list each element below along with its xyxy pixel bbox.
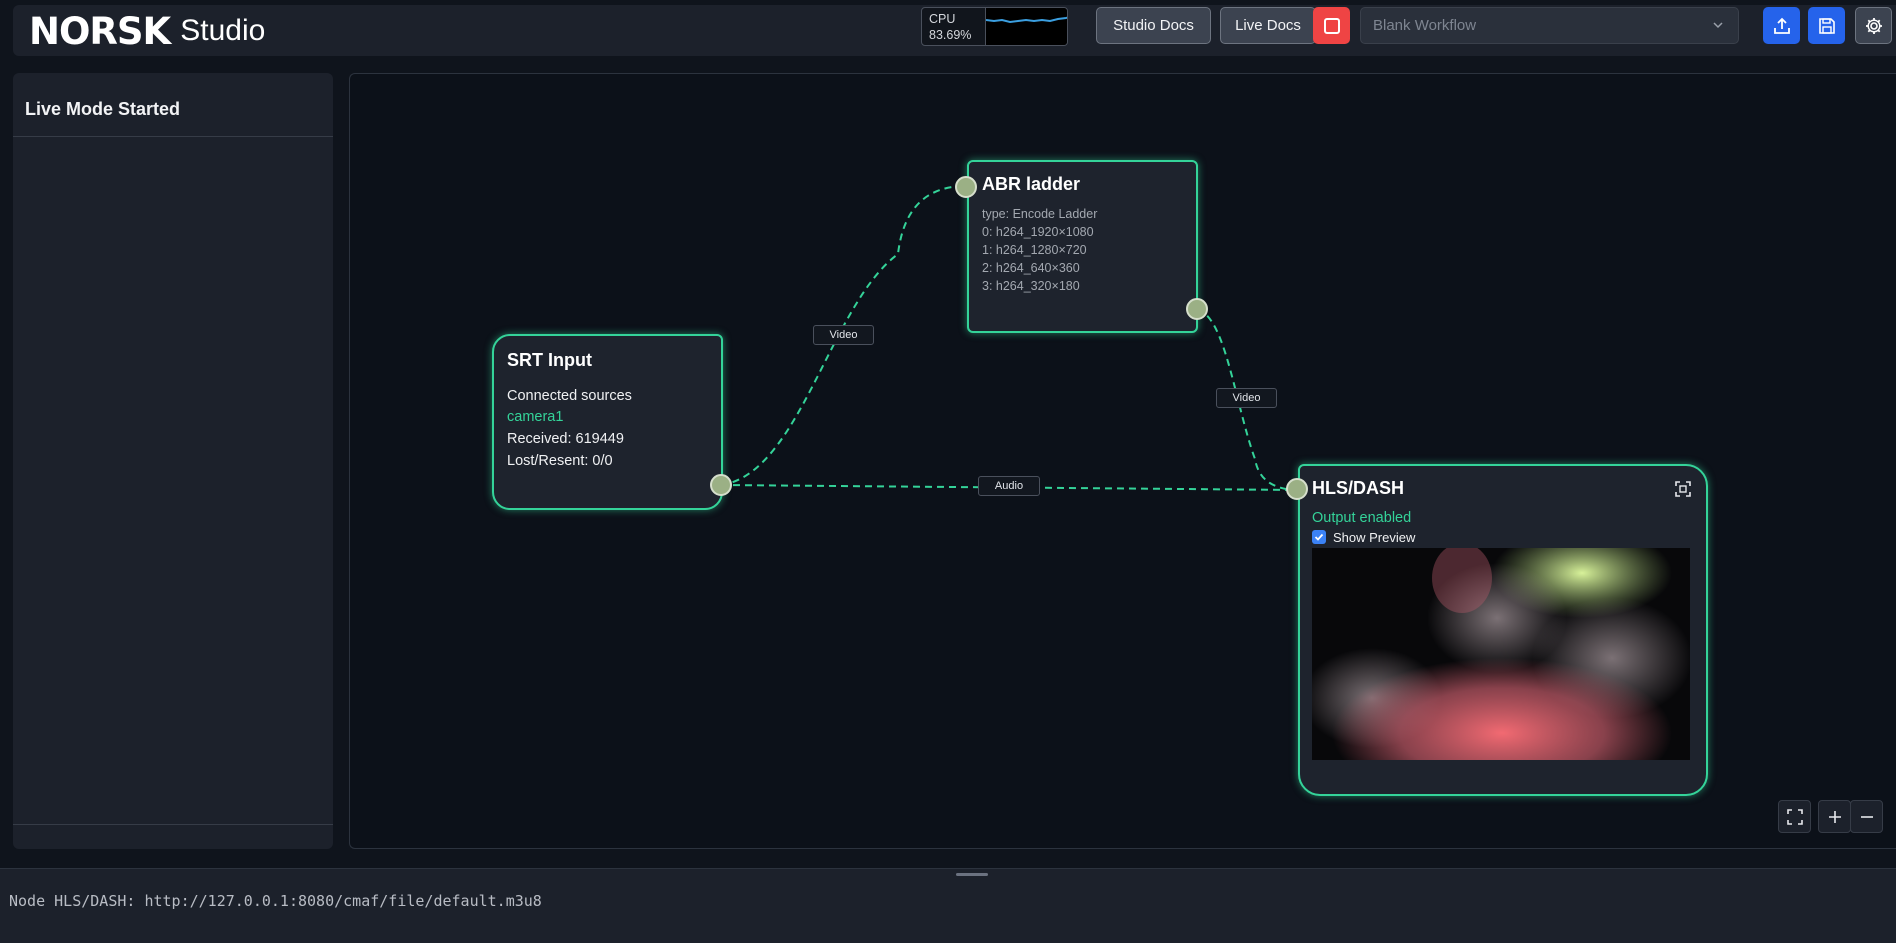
log-panel: Node HLS/DASH: http://127.0.0.1:8080/cma…: [0, 868, 1896, 943]
node-title: ABR ladder: [982, 174, 1081, 194]
workflow-select[interactable]: Blank Workflow: [1360, 7, 1739, 44]
node-hls-dash[interactable]: HLS/DASH Output enabled Show Preview: [1298, 464, 1708, 796]
show-preview-label: Show Preview: [1333, 530, 1416, 545]
node-type: type: Encode Ladder: [982, 207, 1098, 221]
sidebar-divider: [13, 824, 333, 825]
sidebar-title: Live Mode Started: [25, 99, 181, 119]
stop-icon: [1323, 17, 1340, 34]
source-name: camera1: [507, 409, 564, 425]
edge-label-video: Video: [813, 325, 874, 345]
resize-handle[interactable]: [956, 873, 988, 876]
logo-product: Studio: [180, 14, 266, 47]
output-status: Output enabled: [1312, 510, 1412, 526]
fit-view-icon: [1786, 808, 1803, 825]
cpu-graph: [985, 8, 1067, 45]
logo-brand: NORSK: [29, 9, 171, 53]
edge-label-video: Video: [1216, 388, 1277, 408]
edge-label-audio: Audio: [978, 476, 1040, 496]
workflow-canvas[interactable]: Video Video Audio SRT Input Connected so…: [349, 73, 1896, 849]
check-icon: [1314, 533, 1324, 541]
cpu-label: CPU: [929, 12, 956, 26]
zoom-out-button[interactable]: [1850, 800, 1883, 833]
abr-output-port[interactable]: [1186, 298, 1208, 320]
sidebar-panel: Live Mode Started: [13, 73, 333, 849]
live-docs-button[interactable]: Live Docs: [1220, 7, 1316, 44]
hls-input-port[interactable]: [1286, 478, 1308, 500]
ladder-rung: 0: h264_1920×1080: [982, 225, 1094, 239]
node-title: HLS/DASH: [1312, 478, 1405, 498]
app-logo: NORSK Studio: [29, 9, 266, 53]
ladder-rung: 2: h264_640×360: [982, 261, 1080, 275]
chevron-down-icon: [1713, 22, 1723, 29]
stop-button[interactable]: [1313, 7, 1350, 44]
node-abr-ladder[interactable]: ABR ladder type: Encode Ladder 0: h264_1…: [967, 160, 1198, 333]
studio-docs-button[interactable]: Studio Docs: [1096, 7, 1211, 44]
save-button[interactable]: [1808, 7, 1845, 44]
workflow-select-value: Blank Workflow: [1373, 17, 1477, 34]
video-preview[interactable]: [1312, 548, 1690, 760]
node-title: SRT Input: [507, 350, 592, 370]
gear-icon: [1865, 17, 1882, 34]
cpu-meter: CPU 83.69%: [921, 7, 1068, 46]
fit-view-button[interactable]: [1778, 800, 1811, 833]
settings-button[interactable]: [1855, 7, 1892, 44]
received-count: Received: 619449: [507, 431, 624, 447]
plus-icon: [1828, 810, 1841, 823]
ladder-rung: 3: h264_320×180: [982, 279, 1080, 293]
show-preview-checkbox[interactable]: [1312, 530, 1326, 544]
zoom-in-button[interactable]: [1818, 800, 1851, 833]
ladder-rung: 1: h264_1280×720: [982, 243, 1087, 257]
srt-output-port[interactable]: [710, 474, 732, 496]
minus-icon: [1860, 815, 1873, 818]
cpu-readout: CPU 83.69%: [922, 8, 985, 45]
sources-label: Connected sources: [507, 388, 632, 404]
log-line: Node HLS/DASH: http://127.0.0.1:8080/cma…: [9, 892, 542, 910]
abr-input-port[interactable]: [955, 176, 977, 198]
lost-resent-count: Lost/Resent: 0/0: [507, 453, 613, 469]
cpu-value: 83.69%: [929, 28, 972, 42]
sidebar-divider: [13, 136, 333, 137]
upload-icon: [1773, 17, 1790, 34]
preview-frame: [1312, 548, 1690, 760]
upload-button[interactable]: [1763, 7, 1800, 44]
node-srt-input[interactable]: SRT Input Connected sources camera1 Rece…: [492, 334, 723, 510]
save-icon: [1818, 17, 1835, 34]
fullscreen-preview-icon[interactable]: [1674, 480, 1692, 498]
